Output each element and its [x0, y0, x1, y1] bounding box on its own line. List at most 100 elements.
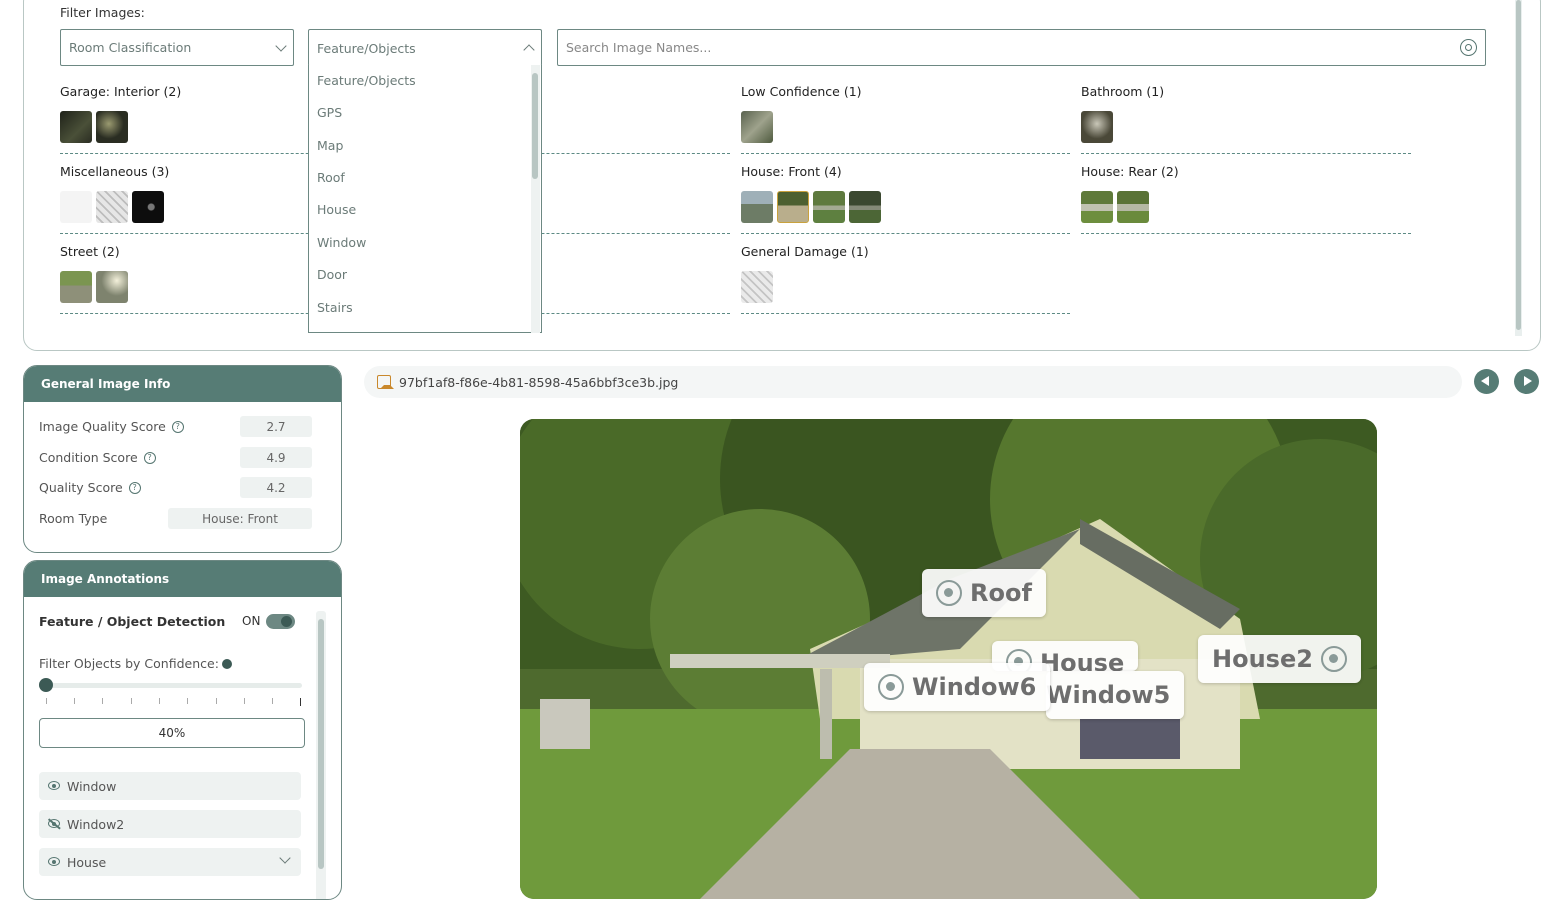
group-title: House: Rear (2) [1081, 164, 1179, 179]
target-icon [1320, 646, 1347, 672]
thumbnail[interactable] [813, 191, 845, 223]
general-image-info-title: General Image Info [24, 366, 341, 402]
main-image: Roof House Window5 Window6 House2 [520, 419, 1377, 899]
condition-score-value: 4.9 [240, 447, 312, 468]
thumb-row [1081, 111, 1113, 143]
confidence-filter-label-row: Filter Objects by Confidence: [39, 656, 232, 671]
quality-score-row: Quality Score ? [39, 480, 141, 495]
help-icon[interactable]: ? [128, 481, 141, 494]
object-item-window[interactable]: Window [39, 772, 301, 800]
search-image-names-input[interactable]: Search Image Names... [557, 29, 1486, 66]
room-classification-select[interactable]: Room Classification [60, 29, 294, 66]
dropdown-option[interactable]: Door [317, 267, 347, 282]
eye-icon[interactable] [48, 781, 60, 790]
group-title: Bathroom (1) [1081, 84, 1165, 99]
group-divider [741, 313, 1070, 314]
group-divider [741, 233, 1070, 234]
thumbnail[interactable] [60, 111, 92, 143]
general-image-info-card: General Image Info Image Quality Score ?… [23, 365, 342, 553]
chevron-down-icon[interactable] [279, 852, 291, 864]
help-icon[interactable]: ? [143, 451, 156, 464]
confidence-slider-handle[interactable] [39, 678, 53, 692]
filter-panel-scrollbar-thumb[interactable] [1516, 0, 1521, 330]
thumb-row [60, 271, 128, 303]
annotation-label[interactable]: House2 [1198, 635, 1361, 683]
target-icon [878, 674, 904, 700]
confidence-value-input[interactable]: 40% [39, 718, 305, 748]
group-divider [1081, 153, 1411, 154]
thumbnail[interactable] [132, 191, 164, 223]
image-group: General Damage (1) [741, 244, 1411, 314]
room-type-value: House: Front [168, 508, 312, 529]
thumbnail[interactable] [1117, 191, 1149, 223]
thumbnail[interactable] [741, 111, 773, 143]
room-type-row: Room Type [39, 511, 107, 526]
thumbnail[interactable] [1081, 111, 1113, 143]
annotation-label[interactable]: Window5 [1046, 671, 1185, 719]
help-icon[interactable]: ? [171, 420, 184, 433]
thumb-row [741, 271, 773, 303]
object-label: Window2 [67, 816, 125, 832]
chevron-down-icon [275, 39, 287, 52]
object-item-window2[interactable]: Window2 [39, 810, 301, 838]
previous-image-button[interactable] [1474, 369, 1499, 394]
search-icon[interactable] [1460, 39, 1477, 56]
thumbnail[interactable] [1081, 191, 1113, 223]
info-icon[interactable] [221, 658, 232, 669]
info-label: Room Type [39, 511, 108, 526]
thumbnail[interactable] [96, 271, 128, 303]
dropdown-option[interactable]: Feature/Objects [317, 73, 416, 88]
filter-panel-scrollbar[interactable] [1515, 0, 1522, 336]
thumbnail[interactable] [741, 191, 773, 223]
dropdown-option[interactable]: House [317, 202, 356, 217]
thumbnail[interactable] [60, 271, 92, 303]
image-quality-score-row: Image Quality Score ? [39, 419, 184, 434]
annotation-label[interactable]: Roof [922, 569, 1046, 617]
annotation-text: Roof [970, 579, 1032, 607]
eye-icon[interactable] [48, 857, 60, 866]
eye-off-icon[interactable] [48, 819, 60, 828]
thumbnail[interactable] [60, 191, 92, 223]
dropdown-option[interactable]: Stairs [317, 300, 353, 315]
object-item-house[interactable]: House [39, 848, 301, 876]
dropdown-option[interactable]: GPS [317, 105, 342, 120]
chevron-up-icon [523, 44, 535, 56]
thumbnail[interactable] [777, 191, 809, 223]
thumbnail[interactable] [849, 191, 881, 223]
quality-score-value: 4.2 [240, 477, 312, 498]
dropdown-scrollbar[interactable] [531, 65, 540, 333]
slider-ticks [46, 698, 302, 706]
annotations-scrollbar-thumb[interactable] [318, 619, 324, 869]
file-name-bar: 97bf1af8-f86e-4b81-8598-45a6bbf3ce3b.jpg [364, 366, 1462, 398]
dropdown-option[interactable]: Map [317, 138, 343, 153]
thumb-row [741, 191, 881, 223]
confidence-slider-track[interactable] [46, 683, 302, 688]
thumbnail[interactable] [741, 271, 773, 303]
image-file-icon [377, 375, 394, 389]
annotation-label[interactable]: Window6 [864, 663, 1051, 711]
condition-score-row: Condition Score ? [39, 450, 156, 465]
thumb-row [741, 111, 773, 143]
room-classification-value: Room Classification [69, 40, 192, 55]
toggle-knob [281, 616, 292, 627]
thumbnail[interactable] [96, 111, 128, 143]
feature-objects-select[interactable]: Feature/Objects [308, 29, 542, 66]
dropdown-scrollbar-thumb[interactable] [532, 73, 538, 179]
dropdown-option[interactable]: Window [317, 235, 366, 250]
next-image-button[interactable] [1514, 369, 1539, 394]
info-label: Condition Score [39, 450, 138, 465]
detection-toggle[interactable] [266, 614, 295, 629]
filter-title: Filter Images: [60, 5, 145, 20]
feature-object-detection-label: Feature / Object Detection [39, 614, 226, 629]
search-placeholder: Search Image Names... [566, 40, 712, 55]
thumb-row [60, 191, 164, 223]
annotations-scrollbar[interactable] [316, 611, 326, 899]
group-divider [1081, 233, 1411, 234]
image-quality-score-value: 2.7 [240, 416, 312, 437]
dropdown-option[interactable]: Roof [317, 170, 345, 185]
annotation-text: House [1040, 649, 1125, 671]
thumbnail[interactable] [96, 191, 128, 223]
info-label: Image Quality Score [39, 419, 166, 434]
target-icon [936, 580, 962, 606]
image-group: House: Rear (2) [1081, 164, 1568, 234]
